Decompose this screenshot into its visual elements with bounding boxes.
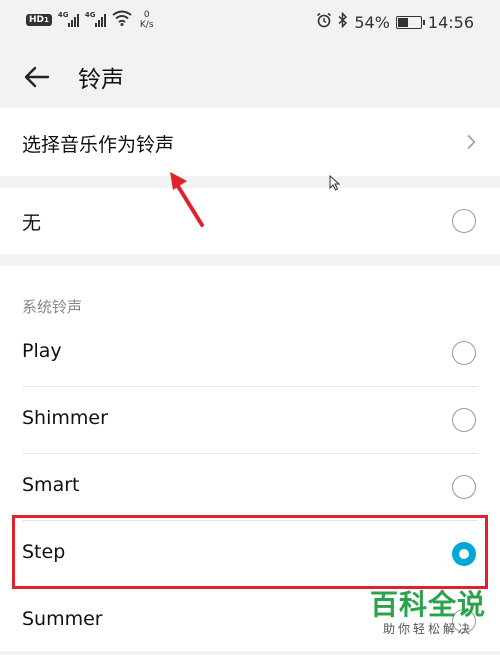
choose-music-label: 选择音乐作为铃声 <box>22 134 175 156</box>
ringtone-item-shimmer[interactable]: Shimmer <box>0 387 500 454</box>
none-option-label: 无 <box>22 212 42 234</box>
ringtone-label: Smart <box>22 474 80 496</box>
ringtone-radio[interactable] <box>452 542 476 566</box>
ringtone-label: Shimmer <box>22 407 108 429</box>
signal-icon-2: 4G <box>85 11 106 27</box>
ringtone-item-play[interactable]: Play <box>0 320 500 387</box>
signal-icon-1: 4G <box>58 11 79 27</box>
network-speed: 0 K/s <box>139 10 154 30</box>
status-bar: HD1 4G 4G 0 K/s 54% 14:56 <box>0 0 500 44</box>
wifi-icon <box>112 10 132 30</box>
battery-percent: 54% <box>354 12 390 32</box>
none-option-radio[interactable] <box>452 209 476 233</box>
watermark-subtitle: 助你轻松解决 <box>382 622 473 636</box>
ringtone-item-smart[interactable]: Smart <box>0 454 500 521</box>
status-time: 14:56 <box>427 12 474 32</box>
none-option-row[interactable]: 无 <box>0 188 500 254</box>
ringtone-label: Play <box>22 340 62 362</box>
ringtone-label: Step <box>22 541 66 563</box>
page-title: 铃声 <box>78 67 124 93</box>
watermark-title: 百科全说 <box>369 588 486 621</box>
bluetooth-icon <box>338 11 348 32</box>
ringtone-radio[interactable] <box>452 408 476 432</box>
status-left: HD1 4G 4G 0 K/s <box>26 10 154 30</box>
chevron-right-icon <box>467 134 476 150</box>
choose-music-row[interactable]: 选择音乐作为铃声 <box>0 108 500 176</box>
alarm-icon <box>316 12 332 32</box>
group-title: 系统铃声 <box>22 298 83 316</box>
ringtone-label: Summer <box>22 608 103 630</box>
app-header: 铃声 <box>0 44 500 108</box>
status-right: 54% 14:56 <box>316 11 474 32</box>
hd-badge: HD1 <box>26 14 52 26</box>
watermark-logo: 百科全说 助你轻松解决 <box>370 590 486 637</box>
back-arrow-icon[interactable] <box>22 62 52 92</box>
ringtone-radio[interactable] <box>452 475 476 499</box>
mouse-cursor-icon <box>329 175 341 191</box>
ringtone-radio[interactable] <box>452 341 476 365</box>
ringtone-item-step[interactable]: Step <box>0 521 500 588</box>
battery-icon <box>395 15 425 29</box>
